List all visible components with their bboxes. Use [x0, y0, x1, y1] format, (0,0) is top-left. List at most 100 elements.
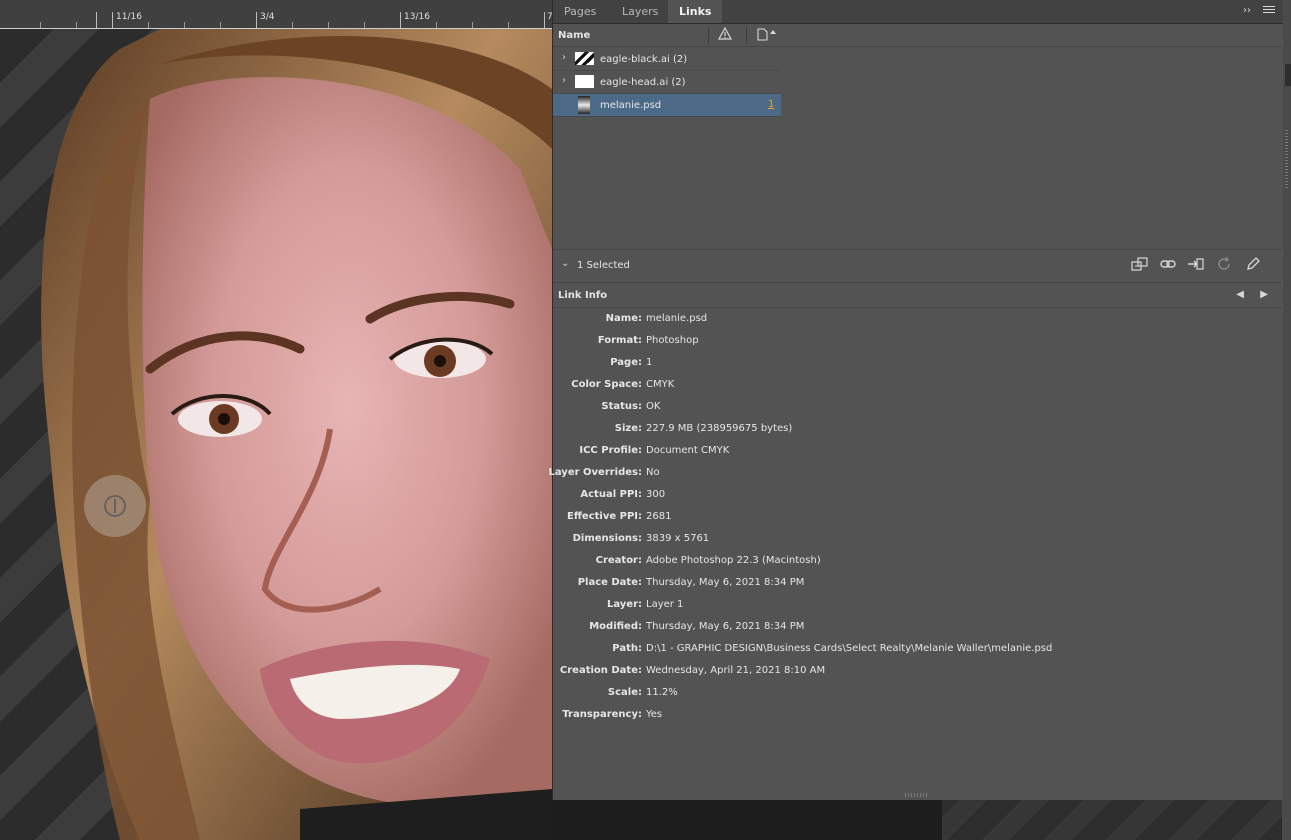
info-row: Size: 227.9 MB (238959675 bytes) — [553, 419, 1282, 441]
info-value: Layer 1 — [646, 599, 684, 610]
ruler-label: 13/16 — [404, 12, 430, 22]
link-name: melanie.psd — [600, 100, 662, 111]
ruler-tick — [220, 22, 221, 28]
canvas-shadow — [552, 800, 942, 840]
ruler-label: 3/4 — [260, 12, 275, 22]
chevron-down-icon[interactable]: ⌄ — [561, 258, 569, 269]
info-row: Modified: Thursday, May 6, 2021 8:34 PM — [553, 617, 1282, 639]
list-item[interactable]: › eagle-head.ai (2) — [553, 71, 781, 94]
info-row: Effective PPI: 2681 — [553, 507, 1282, 529]
info-label: Path: — [612, 643, 642, 654]
info-value: Document CMYK — [646, 445, 730, 456]
info-label: Dimensions: — [572, 533, 642, 544]
info-row: Scale: 11.2% — [553, 683, 1282, 705]
scroll-thumb[interactable] — [1285, 64, 1291, 86]
warning-icon[interactable] — [717, 26, 733, 44]
info-row: Color Space: CMYK — [553, 375, 1282, 397]
ruler-tick — [400, 12, 401, 28]
edit-original-icon[interactable] — [1245, 256, 1261, 272]
link-name: eagle-head.ai (2) — [600, 77, 686, 88]
ruler-tick — [544, 12, 545, 28]
tab-layers[interactable]: Layers — [611, 0, 669, 23]
info-value: Photoshop — [646, 335, 699, 346]
horizontal-ruler[interactable]: 11/16 3/4 13/16 7 — [0, 0, 552, 29]
info-value: CMYK — [646, 379, 675, 390]
info-label: Creator: — [595, 555, 642, 566]
next-link-icon[interactable]: ▶ — [1260, 289, 1268, 300]
application-scrollbar[interactable] — [1282, 0, 1291, 840]
panel-resize-handle[interactable] — [905, 793, 927, 797]
panel-gripper[interactable] — [1285, 130, 1288, 190]
info-label: Size: — [614, 423, 642, 434]
info-row: Layer Overrides: No — [548, 463, 1282, 485]
ruler-tick — [40, 22, 41, 28]
info-value: Thursday, May 6, 2021 8:34 PM — [646, 577, 805, 588]
info-value: OK — [646, 401, 661, 412]
link-page-number[interactable]: 1 — [768, 99, 774, 110]
previous-link-icon[interactable]: ◀ — [1236, 289, 1244, 300]
ruler-tick — [472, 22, 473, 28]
ruler-tick — [112, 12, 113, 28]
info-value: 300 — [646, 489, 666, 500]
info-row: Page: 1 — [553, 353, 1282, 375]
panel-tab-bar: Pages Layers Links ›› — [553, 0, 1283, 24]
refresh-icon[interactable] — [1216, 256, 1232, 272]
document-canvas[interactable]: 11/16 3/4 13/16 7 — [0, 0, 552, 840]
info-row: Transparency: Yes — [553, 705, 1282, 727]
info-label: Actual PPI: — [580, 489, 642, 500]
selection-count: 1 Selected — [577, 260, 630, 271]
links-panel: Pages Layers Links ›› Name › eagle-black… — [548, 0, 1283, 800]
go-to-link-icon[interactable] — [1160, 256, 1176, 272]
info-row: Status: OK — [553, 397, 1282, 419]
info-row: Name: melanie.psd — [553, 309, 1282, 331]
collapse-panel-icon[interactable]: ›› — [1243, 5, 1251, 16]
ruler-tick — [184, 22, 185, 28]
column-divider[interactable] — [708, 27, 709, 43]
info-row: Layer: Layer 1 — [553, 595, 1282, 617]
link-info-title: Link Info — [558, 290, 608, 301]
grabber-icon — [104, 495, 126, 517]
info-value: D:\1 - GRAPHIC DESIGN\Business Cards\Sel… — [646, 643, 1053, 654]
info-label: Layer Overrides: — [548, 467, 642, 478]
info-value: Adobe Photoshop 22.3 (Macintosh) — [646, 555, 821, 566]
info-row: Creation Date: Wednesday, April 21, 2021… — [553, 661, 1282, 683]
ruler-tick — [76, 22, 77, 28]
info-label: Creation Date: — [559, 665, 642, 676]
info-label: Place Date: — [577, 577, 642, 588]
ruler-tick — [328, 22, 329, 28]
canvas-pasteboard[interactable] — [552, 800, 1282, 840]
info-value: Thursday, May 6, 2021 8:34 PM — [646, 621, 805, 632]
list-item-selected[interactable]: melanie.psd 1 — [553, 94, 781, 117]
info-label: Format: — [597, 335, 642, 346]
page-icon[interactable] — [756, 27, 780, 44]
panel-menu-icon[interactable] — [1263, 4, 1275, 16]
info-row: Path: D:\1 - GRAPHIC DESIGN\Business Car… — [553, 639, 1282, 661]
info-row: ICC Profile: Document CMYK — [553, 441, 1282, 463]
column-divider[interactable] — [746, 27, 747, 43]
info-label: Effective PPI: — [566, 511, 642, 522]
list-item[interactable]: › eagle-black.ai (2) — [553, 48, 781, 71]
update-link-icon[interactable] — [1187, 256, 1204, 272]
info-label: Transparency: — [562, 709, 642, 720]
ruler-label: 11/16 — [116, 12, 142, 22]
ruler-tick — [508, 22, 509, 28]
info-value: 11.2% — [646, 687, 678, 698]
column-header-name[interactable]: Name — [558, 30, 590, 41]
tab-links[interactable]: Links — [668, 0, 723, 23]
chevron-right-icon[interactable]: › — [562, 52, 566, 63]
placed-image-frame[interactable] — [0, 29, 552, 840]
info-value: Yes — [646, 709, 663, 720]
info-label: Layer: — [606, 599, 642, 610]
relink-to-folder-icon[interactable] — [1131, 256, 1148, 272]
links-list-header: Name — [553, 24, 1282, 47]
info-label: Color Space: — [571, 379, 642, 390]
info-label: Scale: — [607, 687, 642, 698]
chevron-right-icon[interactable]: › — [562, 75, 566, 86]
info-row: Actual PPI: 300 — [553, 485, 1282, 507]
ruler-tick — [256, 12, 257, 28]
content-grabber-handle[interactable] — [84, 475, 146, 537]
tab-pages[interactable]: Pages — [553, 0, 607, 23]
info-row: Creator: Adobe Photoshop 22.3 (Macintosh… — [553, 551, 1282, 573]
info-value: 1 — [646, 357, 653, 368]
eagle-head-thumbnail — [575, 75, 594, 88]
